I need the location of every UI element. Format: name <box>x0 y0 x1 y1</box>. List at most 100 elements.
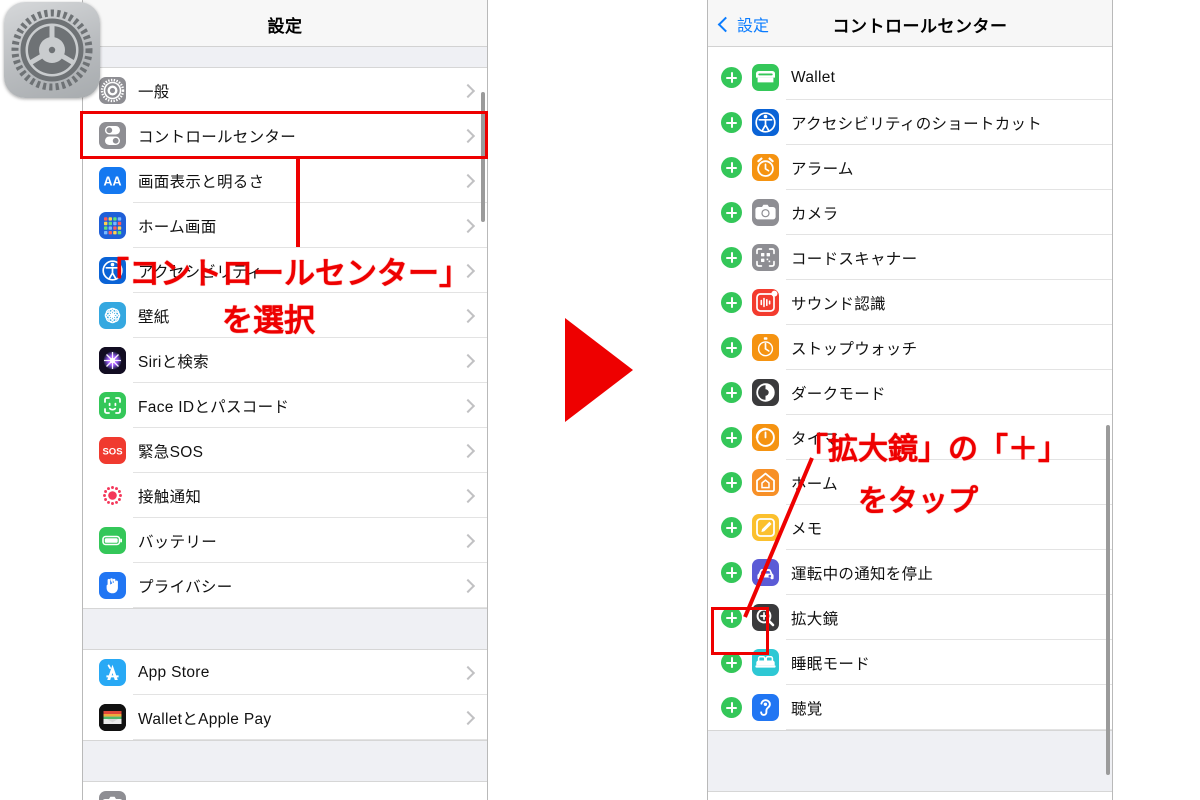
sound-recognition-icon <box>752 289 779 316</box>
exposure-notification-icon <box>99 482 126 509</box>
settings-row[interactable]: プライバシー <box>83 563 487 608</box>
add-control-button[interactable] <box>721 112 742 133</box>
settings-row[interactable]: アクセシビリティ <box>83 248 487 293</box>
stopwatch-icon <box>752 334 779 361</box>
back-label: 設定 <box>737 18 770 35</box>
control-row[interactable]: カメラ <box>708 190 1112 235</box>
wallet-icon <box>752 64 779 91</box>
settings-row[interactable]: WalletとApple Pay <box>83 695 487 740</box>
add-control-button[interactable] <box>721 517 742 538</box>
control-row-label: メモ <box>791 520 823 538</box>
settings-row[interactable]: ホーム画面 <box>83 203 487 248</box>
control-row[interactable]: 睡眠モード <box>708 640 1112 685</box>
right-scrollbar[interactable] <box>1106 425 1110 775</box>
settings-gear-app-icon <box>4 2 100 98</box>
list-top-spacer <box>708 47 1112 55</box>
control-row[interactable]: 運転中の通知を停止 <box>708 550 1112 595</box>
settings-row[interactable]: 接触通知 <box>83 473 487 518</box>
chevron-left-icon <box>717 16 734 32</box>
settings-row[interactable]: Siriと検索 <box>83 338 487 383</box>
privacy-hand-icon <box>99 572 126 599</box>
chevron-right-icon <box>460 308 476 323</box>
control-row[interactable]: アクセシビリティのショートカット <box>708 100 1112 145</box>
add-control-button[interactable] <box>721 562 742 583</box>
control-row[interactable]: サウンド認識 <box>708 280 1112 325</box>
add-control-button[interactable] <box>721 157 742 178</box>
accessibility-icon <box>99 257 126 284</box>
timer-icon <box>752 424 779 451</box>
settings-row-label: App Store <box>138 663 210 681</box>
add-control-button[interactable] <box>721 652 742 673</box>
settings-row[interactable]: Face IDとパスコード <box>83 383 487 428</box>
control-row-label: 運転中の通知を停止 <box>791 565 934 583</box>
home-screen-icon <box>99 212 126 239</box>
control-row[interactable]: ストップウォッチ <box>708 325 1112 370</box>
settings-row[interactable]: コントロールセンター <box>83 113 487 158</box>
page-title: 設定 <box>267 17 303 36</box>
control-row-label: Wallet <box>791 68 836 86</box>
control-row[interactable]: 拡大鏡 <box>708 595 1112 640</box>
add-control-button[interactable] <box>721 382 742 403</box>
chevron-right-icon <box>460 443 476 458</box>
settings-row[interactable]: 一般 <box>83 68 487 113</box>
control-row-label: カメラ <box>791 205 839 223</box>
settings-row-label: 一般 <box>138 83 170 101</box>
add-control-button[interactable] <box>721 67 742 88</box>
app-store-icon <box>99 659 126 686</box>
settings-row-label: 壁紙 <box>138 308 170 326</box>
red-right-arrow <box>565 318 633 422</box>
camera-icon <box>752 199 779 226</box>
right-navbar: 設定 コントロールセンター <box>708 0 1112 47</box>
left-scrollbar[interactable] <box>481 92 485 222</box>
add-control-button[interactable] <box>721 292 742 313</box>
control-row[interactable]: Wallet <box>708 55 1112 100</box>
settings-row-label: バッテリー <box>138 533 218 551</box>
tutorial-screenshot: 設定 一般コントロールセンター AA 画面表示と明るさ ホーム画面アクセシビリティ壁紙… <box>0 0 1200 800</box>
camera-icon <box>99 791 126 800</box>
add-control-button[interactable] <box>721 247 742 268</box>
hearing-icon <box>752 694 779 721</box>
control-row[interactable]: ホーム <box>708 460 1112 505</box>
control-row-label: ダークモード <box>791 385 886 403</box>
control-row-label: アクセシビリティのショートカット <box>791 115 1043 133</box>
add-control-button[interactable] <box>721 697 742 718</box>
chevron-right-icon <box>460 710 476 725</box>
chevron-right-icon <box>460 128 476 143</box>
control-center-screen: 設定 コントロールセンター Wallet アクセシビリティのショートカット アラーム… <box>707 0 1113 800</box>
back-to-settings-button[interactable]: 設定 <box>717 12 770 36</box>
add-control-button[interactable] <box>721 337 742 358</box>
settings-row-label: 緊急SOS <box>138 443 204 461</box>
settings-row[interactable]: バッテリー <box>83 518 487 563</box>
control-row-label: ホーム <box>791 475 838 493</box>
control-row-label: 拡大鏡 <box>791 610 839 628</box>
control-row-label: サウンド認識 <box>791 295 886 313</box>
control-row[interactable]: アラーム <box>708 145 1112 190</box>
gear-icon <box>99 77 126 104</box>
chevron-right-icon <box>460 533 476 548</box>
settings-row[interactable]: AA 画面表示と明るさ <box>83 158 487 203</box>
code-scanner-icon <box>752 244 779 271</box>
aa-text-icon: AA <box>99 167 126 194</box>
control-row[interactable]: コードスキャナー <box>708 235 1112 280</box>
settings-row[interactable]: 壁紙 <box>83 293 487 338</box>
control-row[interactable]: 聴覚 <box>708 685 1112 730</box>
chevron-right-icon <box>460 488 476 503</box>
settings-row[interactable]: App Store <box>83 650 487 695</box>
notes-icon <box>752 514 779 541</box>
control-row-label: アラーム <box>791 160 854 178</box>
add-control-button[interactable] <box>721 202 742 223</box>
control-row[interactable]: タイマー <box>708 415 1112 460</box>
chevron-right-icon <box>460 353 476 368</box>
add-control-button[interactable] <box>721 607 742 628</box>
control-row[interactable]: メモ <box>708 505 1112 550</box>
settings-row[interactable]: SOS 緊急SOS <box>83 428 487 473</box>
control-row[interactable]: ダークモード <box>708 370 1112 415</box>
chevron-right-icon <box>460 218 476 233</box>
add-control-button[interactable] <box>721 427 742 448</box>
settings-row-partial[interactable] <box>83 782 487 800</box>
settings-row-label: ホーム画面 <box>138 218 217 236</box>
settings-row-label: WalletとApple Pay <box>138 710 272 728</box>
add-control-button[interactable] <box>721 472 742 493</box>
chevron-right-icon <box>460 263 476 278</box>
settings-row-label: 画面表示と明るさ <box>138 173 265 191</box>
